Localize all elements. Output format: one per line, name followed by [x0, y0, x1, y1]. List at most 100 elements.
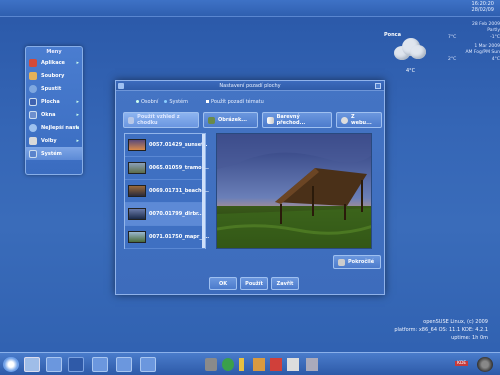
menu-item-okna[interactable]: Okna ▸ [26, 108, 82, 121]
menu-item-label: Aplikace [41, 59, 65, 66]
chevron-right-icon: ▸ [76, 137, 79, 144]
image-icon [208, 116, 215, 124]
forecast-day1-lo: -1°C [490, 35, 500, 40]
system-info-widget: openSUSE Linux, (c) 2009 platform: x86_6… [394, 318, 488, 342]
menu-item-label: Soubory [41, 72, 65, 79]
background-settings-dialog: Nastavení pozadí plochy Osobní Systém Po… [115, 80, 385, 295]
close-button[interactable]: Zavřít [271, 277, 299, 290]
taskbar: KDE [0, 352, 500, 375]
clock-date: 28/02/09 [471, 7, 494, 13]
taskbar-window-1[interactable] [46, 357, 62, 372]
window-menu-icon[interactable] [118, 83, 124, 89]
radio-personal-label: Osobní [141, 99, 159, 105]
none-icon [128, 116, 135, 124]
no-background-label: Použít vzhled z chodku [137, 114, 180, 126]
wallpaper-list[interactable]: 0057.01429_sunset.. 0065.01059_tramon.. … [124, 133, 209, 249]
menu-item-nastaveni[interactable]: Nejlepší nastavení ▸ [26, 121, 82, 134]
list-item[interactable]: 0070.01799_dlrbr.. [125, 203, 205, 226]
list-item[interactable]: 0069.01731_beachg.. [125, 180, 209, 203]
menu-item-spustit[interactable]: Spustit [26, 82, 82, 95]
weather-forecast: 28 Feb 2009 Partly 7°C -1°C 1 Mar 2009 A… [448, 22, 500, 66]
dialog-buttons: OK Použít Zavřít [209, 277, 299, 290]
apply-button[interactable]: Použít [240, 277, 268, 290]
checkbox-icon [206, 100, 209, 103]
start-menu-icon[interactable] [3, 357, 19, 372]
weather-widget[interactable]: Ponca 4°C [384, 30, 444, 80]
package-icon[interactable] [205, 358, 217, 371]
docs-icon[interactable] [287, 358, 299, 371]
gradient-button[interactable]: Barevný přechod... [262, 112, 332, 128]
desktop-icon [29, 97, 37, 106]
chevron-right-icon: ▸ [76, 124, 79, 131]
network-icon[interactable] [222, 358, 234, 371]
menu-item-label: Okna [41, 111, 56, 118]
menu-item-label: Systém [41, 150, 62, 157]
advanced-label: Pokročilé [348, 259, 375, 265]
taskbar-window-4[interactable] [116, 357, 132, 372]
sysinfo-line3: uptime: 1h 0m [451, 335, 488, 341]
thumbnail [128, 208, 146, 220]
windows-icon [29, 110, 37, 119]
computer-icon[interactable] [24, 357, 40, 372]
scope-options: Osobní Systém [136, 99, 188, 105]
menu-item-plocha[interactable]: Plocha ▸ [26, 95, 82, 108]
apply-theme-checkbox[interactable]: Použít pozadí tématu [206, 99, 264, 105]
from-web-button[interactable]: Z webu... [336, 112, 382, 128]
radio-system-label: Systém [169, 99, 188, 105]
list-item-label: 0065.01059_tramon.. [149, 165, 209, 171]
list-item-label: 0070.01799_dlrbr.. [149, 211, 202, 217]
menu-title: Meny [46, 49, 62, 55]
background-type-toolbar: Použít vzhled z chodku Obrázek... Barevn… [123, 112, 382, 128]
cloud-icon [394, 38, 426, 60]
pencil-icon[interactable] [239, 358, 244, 371]
menu-item-volby[interactable]: Volby ▸ [26, 134, 82, 147]
list-item[interactable]: 0057.01429_sunset.. [125, 134, 208, 157]
image-label: Obrázek... [218, 117, 247, 123]
list-item-label: 0071.01750_mapr_1.. [149, 234, 210, 240]
chevron-right-icon: ▸ [76, 98, 79, 105]
from-web-label: Z webu... [350, 114, 372, 126]
forecast-day1-cond: Partly [487, 28, 500, 33]
taskbar-window-2[interactable] [68, 357, 84, 372]
list-item-label: 0069.01731_beachg.. [149, 188, 209, 194]
wallpaper-preview [216, 133, 372, 249]
weather-temp: 4°C [406, 68, 416, 74]
options-icon [29, 136, 37, 145]
run-icon [29, 84, 37, 93]
dialog-titlebar[interactable]: Nastavení pozadí plochy [116, 81, 384, 91]
sysinfo-line2: platform: x86_64 OS: 11.1 KDE: 4.2.1 [394, 327, 488, 333]
dialog-title: Nastavení pozadí plochy [219, 83, 281, 89]
box-icon[interactable] [253, 358, 265, 371]
taskbar-window-3[interactable] [92, 357, 108, 372]
close-icon[interactable] [375, 83, 381, 89]
thumbnail [128, 162, 146, 174]
settings-icon [29, 123, 37, 132]
no-background-button[interactable]: Použít vzhled z chodku [123, 112, 199, 128]
image-button[interactable]: Obrázek... [203, 112, 258, 128]
forecast-day2-hi: 2°C [448, 57, 457, 62]
power-icon[interactable] [477, 357, 493, 372]
thumbnail [128, 231, 146, 243]
radio-system[interactable]: Systém [164, 99, 188, 105]
chevron-right-icon: ▸ [76, 111, 79, 118]
tools-icon[interactable] [306, 358, 318, 371]
ok-button[interactable]: OK [209, 277, 237, 290]
list-item[interactable]: 0071.01750_mapr_1.. [125, 226, 209, 249]
clock-widget[interactable]: 16:20:20 28/02/09 [472, 1, 494, 13]
home-icon[interactable] [270, 358, 282, 371]
kde-badge: KDE [455, 361, 469, 366]
taskbar-window-5[interactable] [140, 357, 156, 372]
gradient-icon [267, 116, 274, 124]
radio-personal[interactable]: Osobní [136, 99, 158, 105]
menu-item-system[interactable]: Systém [26, 147, 82, 160]
list-item-label: 0057.01429_sunset.. [149, 142, 208, 148]
advanced-button[interactable]: Pokročilé [333, 255, 381, 269]
system-icon [29, 149, 37, 158]
menu-item-label: Volby [41, 137, 57, 144]
list-item[interactable]: 0065.01059_tramon.. [125, 157, 209, 180]
menu-item-label: Spustit [41, 85, 62, 92]
menu-item-soubory[interactable]: Soubory [26, 69, 82, 82]
list-scrollbar[interactable] [202, 134, 205, 248]
globe-icon [341, 116, 348, 124]
menu-item-aplikace[interactable]: Aplikace ▸ [26, 56, 82, 69]
